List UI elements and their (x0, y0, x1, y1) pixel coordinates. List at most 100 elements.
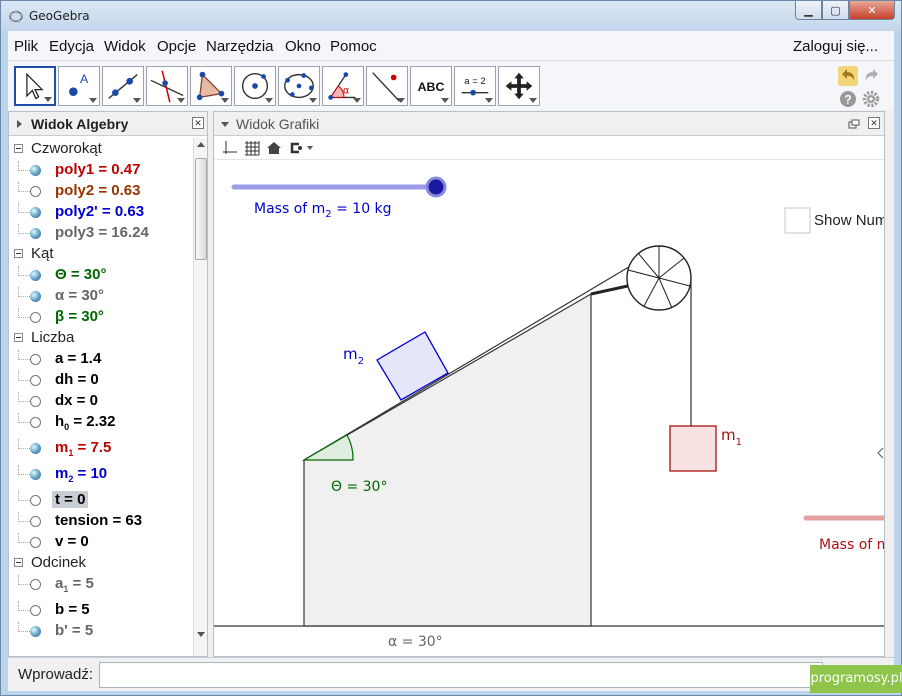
algebra-item-label: m2 = 10 (55, 465, 108, 484)
tool-reflect[interactable] (366, 66, 408, 106)
tree-connector (18, 533, 30, 543)
collapse-icon[interactable] (14, 249, 23, 258)
algebra-category-label: Czworokąt (31, 140, 102, 157)
help-icon[interactable]: ? (839, 90, 857, 108)
settings-icon[interactable] (862, 90, 880, 108)
tool-text[interactable]: ABC (410, 66, 452, 106)
visibility-toggle-icon[interactable] (30, 516, 41, 527)
title-bar: GeoGebra ▁ ▢ ✕ (1, 1, 901, 31)
home-icon[interactable] (266, 140, 282, 156)
algebra-item-label: b = 5 (55, 601, 90, 618)
menu-bar: Plik Edycja Widok Opcje Narzędzia Okno P… (8, 31, 894, 61)
close-icon[interactable]: ✕ (192, 117, 204, 129)
tool-angle[interactable]: α (322, 66, 364, 106)
tree-connector (18, 622, 30, 632)
visibility-toggle-icon[interactable] (30, 291, 41, 302)
menu-file[interactable]: Plik (14, 38, 38, 55)
algebra-scrollbar[interactable] (193, 138, 207, 656)
tree-connector (18, 371, 30, 381)
menu-tools[interactable]: Narzędzia (206, 38, 274, 55)
show-num-checkbox[interactable] (784, 207, 811, 234)
watermark: programosy.pl (810, 665, 902, 693)
menu-view[interactable]: Widok (104, 38, 146, 55)
menu-options[interactable]: Opcje (157, 38, 196, 55)
close-icon[interactable]: ✕ (868, 117, 880, 129)
mass-m2-slider-knob[interactable] (425, 176, 447, 198)
app-client: Plik Edycja Widok Opcje Narzędzia Okno P… (8, 31, 894, 691)
algebra-category-label: Kąt (31, 245, 54, 262)
axes-icon[interactable] (222, 140, 238, 156)
scrollbar-thumb[interactable] (195, 158, 207, 260)
algebra-view-title: Widok Algebry (31, 116, 129, 132)
tool-line[interactable] (102, 66, 144, 106)
algebra-view: Widok Algebry ✕ Czworokąt poly1 = 0.47 pol… (8, 111, 208, 657)
algebra-item-label: a1 = 5 (55, 575, 94, 594)
toolbar: A α ABC a = 2 ? (8, 62, 894, 110)
tool-perpendicular[interactable] (146, 66, 188, 106)
visibility-toggle-icon[interactable] (30, 375, 41, 386)
tool-circle[interactable] (234, 66, 276, 106)
collapse-icon[interactable] (14, 333, 23, 342)
visibility-toggle-icon[interactable] (30, 312, 41, 323)
visibility-toggle-icon[interactable] (30, 396, 41, 407)
tool-polygon[interactable] (190, 66, 232, 106)
algebra-item-label: tension = 63 (55, 512, 143, 529)
mass-m2-slider-label: Mass of m2 = 10 kg (254, 201, 392, 220)
visibility-toggle-icon[interactable] (30, 495, 41, 506)
visibility-toggle-icon[interactable] (30, 626, 41, 637)
visibility-toggle-icon[interactable] (30, 165, 41, 176)
mass-m1-slider-label: Mass of m (819, 537, 884, 553)
tool-move-view[interactable] (498, 66, 540, 106)
algebra-category-label: Liczba (31, 329, 75, 346)
tool-conic[interactable] (278, 66, 320, 106)
minimize-icon[interactable]: ▁ (795, 1, 822, 20)
grid-icon[interactable] (244, 140, 260, 156)
algebra-item-label: poly3 = 16.24 (55, 224, 149, 241)
scroll-up-icon[interactable] (197, 142, 205, 147)
input-field[interactable] (99, 662, 823, 688)
menu-window[interactable]: Okno (285, 38, 321, 55)
visibility-toggle-icon[interactable] (30, 537, 41, 548)
visibility-toggle-icon[interactable] (30, 417, 41, 428)
algebra-view-header[interactable]: Widok Algebry ✕ (9, 112, 207, 136)
maximize-icon[interactable]: ▢ (822, 1, 849, 20)
angle-theta-label: Θ = 30° (331, 479, 387, 495)
visibility-toggle-icon[interactable] (30, 469, 41, 480)
graphics-style-bar (214, 136, 884, 160)
tree-connector (18, 161, 30, 171)
redo-icon[interactable] (862, 66, 882, 86)
collapse-icon[interactable] (14, 558, 23, 567)
graphics-canvas[interactable]: Mass of m2 = 10 kg Show Num m2 m1 Θ = 30… (214, 160, 884, 656)
scroll-down-icon[interactable] (197, 632, 205, 637)
close-icon[interactable]: ✕ (849, 1, 895, 20)
collapse-icon[interactable] (221, 122, 229, 127)
visibility-toggle-icon[interactable] (30, 186, 41, 197)
algebra-item-label: poly2' = 0.63 (55, 203, 145, 220)
algebra-item-label: a = 1.4 (55, 350, 102, 367)
tool-point-letter: A (80, 72, 89, 86)
visibility-toggle-icon[interactable] (30, 605, 41, 616)
tool-slider[interactable]: a = 2 (454, 66, 496, 106)
tree-connector (18, 203, 30, 213)
graphics-view-header[interactable]: Widok Grafiki ✕ (214, 112, 884, 136)
show-num-label: Show Num (814, 212, 884, 229)
visibility-toggle-icon[interactable] (30, 579, 41, 590)
collapse-icon[interactable] (14, 144, 23, 153)
login-link[interactable]: Zaloguj się... (793, 38, 878, 55)
visibility-toggle-icon[interactable] (30, 354, 41, 365)
undo-icon[interactable] (838, 66, 858, 86)
algebra-item-label: α = 30° (55, 287, 104, 304)
block-m1[interactable] (669, 425, 717, 472)
visibility-toggle-icon[interactable] (30, 270, 41, 281)
tool-move[interactable] (14, 66, 56, 106)
undock-icon[interactable] (848, 117, 860, 129)
side-panel-toggle-icon[interactable] (877, 447, 884, 459)
expand-icon[interactable] (17, 120, 22, 128)
point-capture-icon[interactable] (288, 140, 316, 156)
visibility-toggle-icon[interactable] (30, 443, 41, 454)
visibility-toggle-icon[interactable] (30, 207, 41, 218)
visibility-toggle-icon[interactable] (30, 228, 41, 239)
tool-point[interactable]: A (58, 66, 100, 106)
menu-help[interactable]: Pomoc (330, 38, 377, 55)
menu-edit[interactable]: Edycja (49, 38, 94, 55)
